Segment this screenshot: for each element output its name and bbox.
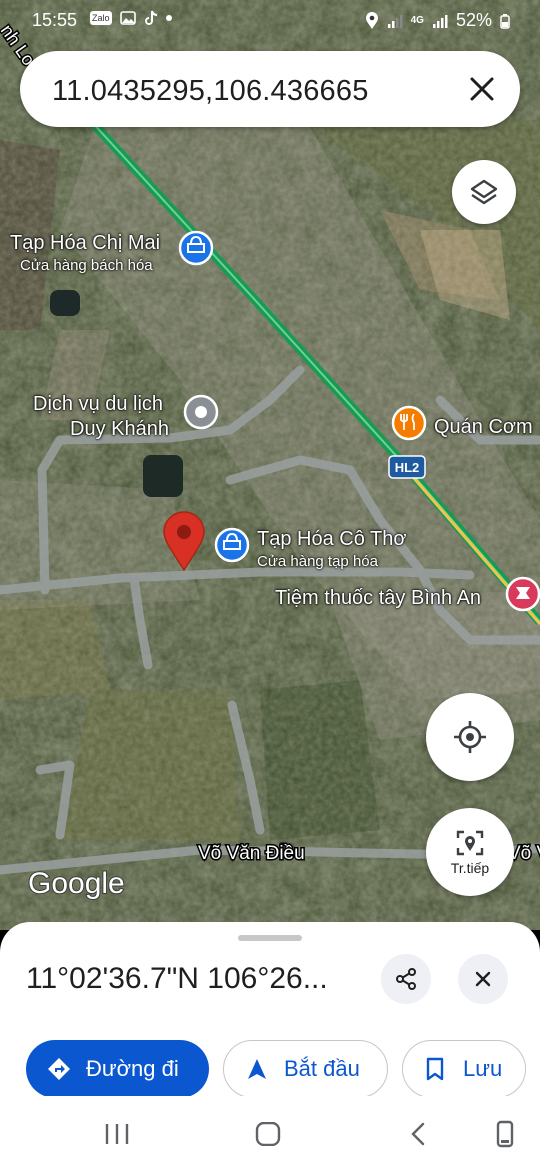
- poi-name-quan-com[interactable]: Quán Cơm: [434, 416, 533, 439]
- close-icon: [475, 971, 491, 987]
- google-logo: Google: [28, 867, 125, 900]
- status-time: 15:55: [32, 10, 78, 30]
- street-view-icon: [456, 830, 484, 855]
- poi-name-tap-hoa-co-tho[interactable]: Tạp Hóa Cô Thơ: [257, 528, 406, 551]
- my-location-button[interactable]: [426, 693, 514, 781]
- back-icon[interactable]: [408, 1122, 428, 1146]
- my-location-icon: [454, 721, 486, 753]
- poi-name-tiem-thuoc-tay[interactable]: Tiệm thuốc tây Bình An: [275, 587, 481, 610]
- dot-icon: [165, 15, 172, 21]
- poi-category-tap-hoa-co-tho: Cửa hàng tạp hóa: [257, 553, 378, 570]
- location-icon: [365, 11, 378, 29]
- restaurant-icon[interactable]: [391, 405, 427, 441]
- close-sheet-button[interactable]: [458, 954, 508, 1004]
- layers-button[interactable]: [452, 160, 516, 224]
- layers-icon: [470, 179, 498, 205]
- share-icon: [396, 968, 416, 990]
- search-query[interactable]: 11.0435295,106.436665: [52, 75, 369, 108]
- navigation-arrow-icon: [248, 1059, 266, 1079]
- battery-icon: [500, 13, 510, 29]
- battery-percent: 52%: [455, 10, 492, 30]
- shopping-bag-icon[interactable]: [214, 527, 250, 563]
- svg-text:HL2: HL2: [395, 460, 420, 475]
- status-bar: 15:55 Zalo 4G 52%: [0, 0, 540, 40]
- road-label-vo-van-dieu: Võ Văn Điều: [198, 843, 305, 864]
- status-system-icons: 4G 52%: [365, 10, 510, 31]
- street-view-button[interactable]: Tr.tiếp: [426, 808, 514, 896]
- search-bar[interactable]: 11.0435295,106.436665: [20, 51, 520, 127]
- satellite-map[interactable]: Võ Văn Điều Võ V nh Lo HL2 Google: [0, 0, 540, 930]
- highway-shield: HL2: [388, 455, 426, 479]
- drag-handle[interactable]: [238, 935, 302, 941]
- save-label: Lưu: [463, 1056, 503, 1081]
- poi-category-tap-hoa-chi-mai: Cửa hàng bách hóa: [20, 257, 153, 274]
- poi-name-duy-khanh[interactable]: Duy Khánh: [70, 418, 169, 441]
- network-type: 4G: [410, 15, 424, 26]
- gallery-icon: [119, 11, 136, 25]
- close-icon[interactable]: [466, 73, 498, 105]
- place-icon[interactable]: [183, 394, 219, 430]
- screen-toggle-icon[interactable]: [495, 1120, 515, 1148]
- start-button[interactable]: Bắt đầu: [223, 1040, 388, 1098]
- signal-icon: [387, 14, 403, 28]
- zalo-icon: Zalo: [90, 11, 112, 25]
- save-button[interactable]: Lưu: [402, 1040, 526, 1098]
- street-view-label: Tr.tiếp: [450, 859, 490, 876]
- bookmark-icon: [426, 1057, 444, 1081]
- system-navigation-bar: [0, 1096, 540, 1170]
- place-bottom-sheet[interactable]: 11°02'36.7"N 106°26... Đường đi Bắt đầu …: [0, 922, 540, 1098]
- poi-name-tap-hoa-chi-mai[interactable]: Tạp Hóa Chị Mai: [10, 232, 160, 255]
- signal-icon: [432, 14, 448, 28]
- start-label: Bắt đầu: [284, 1056, 360, 1081]
- share-button[interactable]: [381, 954, 431, 1004]
- shopping-bag-icon[interactable]: [178, 230, 214, 266]
- tiktok-icon: [144, 10, 157, 25]
- directions-icon: [48, 1058, 70, 1080]
- status-notification-icons: Zalo: [90, 10, 172, 26]
- home-icon[interactable]: [255, 1122, 281, 1146]
- recent-apps-icon[interactable]: [104, 1122, 130, 1146]
- pharmacy-icon[interactable]: [505, 576, 540, 612]
- directions-label: Đường đi: [86, 1056, 179, 1081]
- poi-name-dich-vu-du-lich[interactable]: Dịch vụ du lịch: [33, 393, 163, 416]
- place-title-coordinates: 11°02'36.7"N 106°26...: [26, 962, 328, 995]
- directions-button[interactable]: Đường đi: [26, 1040, 209, 1098]
